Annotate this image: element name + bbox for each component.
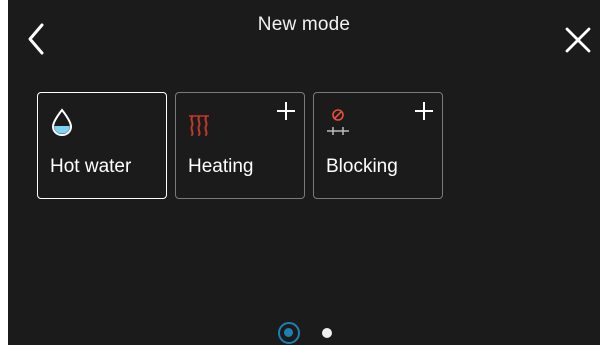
page-dot[interactable] <box>322 328 332 338</box>
blocking-icon <box>327 109 349 135</box>
page-dot-active[interactable] <box>278 322 300 344</box>
heating-icon <box>189 115 209 136</box>
mode-card-heating[interactable]: Heating <box>175 92 305 199</box>
top-bar: New mode <box>8 0 600 60</box>
add-icon[interactable] <box>276 101 296 121</box>
add-icon[interactable] <box>414 101 434 121</box>
water-drop-icon <box>51 108 73 137</box>
page-title: New mode <box>257 14 351 35</box>
page-indicator <box>278 322 338 344</box>
mode-card-blocking[interactable]: Blocking <box>313 92 443 199</box>
close-icon <box>565 27 591 53</box>
screen: New mode Hot water Heating Blocking <box>8 0 600 345</box>
close-button[interactable] <box>564 26 592 54</box>
mode-card-hot-water[interactable]: Hot water <box>37 92 167 199</box>
mode-label-hot-water: Hot water <box>50 156 132 177</box>
mode-label-blocking: Blocking <box>326 156 398 177</box>
mode-label-heating: Heating <box>188 156 254 177</box>
